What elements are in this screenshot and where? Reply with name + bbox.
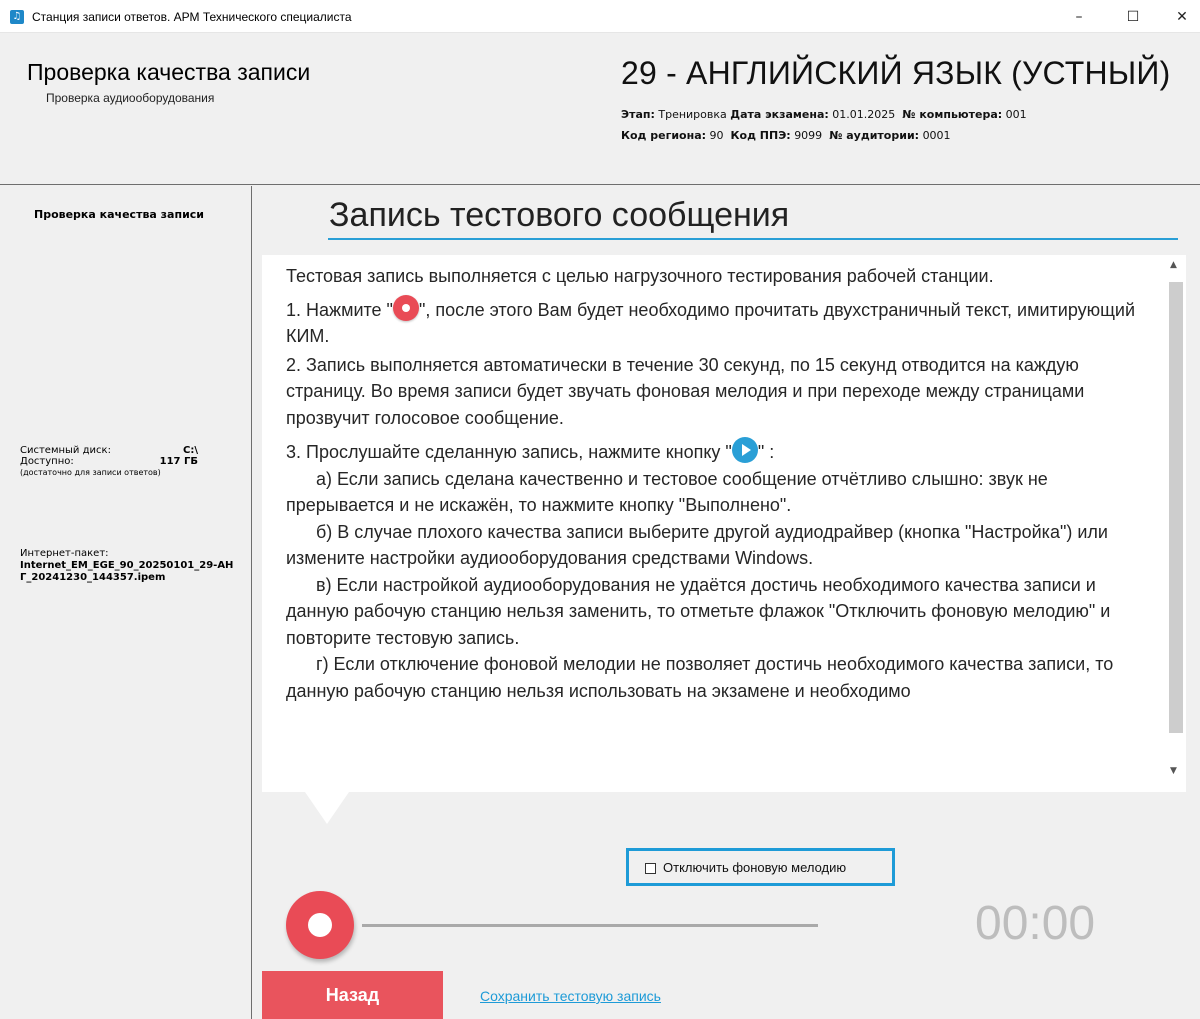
ppe-label: Код ППЭ: [730,129,791,142]
close-button[interactable]: ✕ [1166,4,1198,30]
instructions-item-a: а) Если запись сделана качественно и тес… [286,468,1048,516]
window-titlebar: ♫ Станция записи ответов. АРМ Техническо… [0,0,1200,33]
mute-background-music-label[interactable]: Отключить фоновую мелодию [663,860,846,875]
free-space-value: 117 ГБ [159,456,198,467]
record-button[interactable] [286,891,354,959]
room-value: 0001 [922,129,951,142]
scrollbar-thumb[interactable] [1169,282,1183,733]
free-space-note: (достаточно для записи ответов) [20,468,161,477]
exam-meta-row-2: Код региона: 90 Код ППЭ: 9099 № аудитори… [621,129,951,142]
disk-label: Системный диск: [20,445,111,456]
instructions-panel[interactable]: Тестовая запись выполняется с целью нагр… [262,255,1186,792]
exam-meta-row-1: Этап: Тренировка Дата экзамена: 01.01.20… [621,108,1027,121]
recording-progress-bar [362,924,818,927]
maximize-button[interactable]: ☐ [1117,4,1149,30]
free-space-label: Доступно: [20,456,74,467]
exam-date-value: 01.01.2025 [832,108,896,121]
step-3-text-end: " : [757,442,775,462]
instructions-step-3: 3. Прослушайте сделанную запись, нажмите… [286,437,1156,466]
sidebar-heading: Проверка качества записи [34,208,205,221]
room-label: № аудитории: [829,129,920,142]
package-value: Internet_EM_EGE_90_20250101_29-АНГ_20241… [20,560,234,583]
save-test-recording-link[interactable]: Сохранить тестовую запись [480,988,661,1004]
window-title: Станция записи ответов. АРМ Технического… [32,10,352,24]
instructions-step-2: 2. Запись выполняется автоматически в те… [286,354,1085,428]
mute-background-music-control[interactable]: Отключить фоновую мелодию [626,848,895,886]
callout-pointer [305,792,349,824]
instructions-step-1: 1. Нажмите " ", после этого Вам будет нео… [286,294,1156,350]
stage-label: Этап: [621,108,655,121]
disk-info: Системный диск: C:\ Доступно: 117 ГБ (до… [20,445,198,478]
exam-date-label: Дата экзамена: [730,108,829,121]
title-underline [328,238,1178,240]
scroll-up-arrow-icon[interactable]: ▲ [1170,260,1177,270]
instructions-item-g: г) Если отключение фоновой мелодии не по… [286,654,1114,701]
step-3-text-start: 3. Прослушайте сделанную запись, нажмите… [286,442,732,462]
scroll-down-arrow-icon[interactable]: ▼ [1170,766,1177,776]
record-icon [392,294,419,321]
sidebar: Проверка качества записи Системный диск:… [0,186,252,1019]
region-value: 90 [709,129,724,142]
page-title: Проверка качества записи [27,59,311,85]
computer-label: № компьютера: [902,108,1003,121]
instructions-item-v: в) Если настройкой аудиооборудования не … [286,574,1111,648]
back-button[interactable]: Назад [262,971,443,1019]
instructions-item-b: б) В случае плохого качества записи выбе… [286,521,1108,569]
stage-value: Тренировка [658,108,727,121]
mute-background-music-checkbox[interactable] [645,863,656,874]
app-headset-icon: ♫ [10,10,24,24]
instructions-text: Тестовая запись выполняется с целью нагр… [286,263,1156,704]
exam-subject: 29 - АНГЛИЙСКИЙ ЯЗЫК (УСТНЫЙ) [621,55,1171,91]
package-label: Интернет-пакет: [20,548,109,559]
page-subtitle: Проверка аудиооборудования [46,91,215,105]
minimize-button[interactable]: – [1063,4,1095,30]
recording-timer: 00:00 [975,897,1096,950]
play-icon [731,437,758,463]
section-title: Запись тестового сообщения [329,196,790,234]
disk-value: C:\ [183,445,198,456]
region-label: Код региона: [621,129,707,142]
computer-value: 001 [1005,108,1027,121]
ppe-value: 9099 [794,129,823,142]
internet-package-info: Интернет-пакет: Internet_EM_EGE_90_20250… [20,548,235,584]
instructions-intro: Тестовая запись выполняется с целью нагр… [286,266,994,286]
header: Проверка качества записи Проверка аудиоо… [0,33,1200,185]
step-1-text-start: 1. Нажмите " [286,299,393,320]
